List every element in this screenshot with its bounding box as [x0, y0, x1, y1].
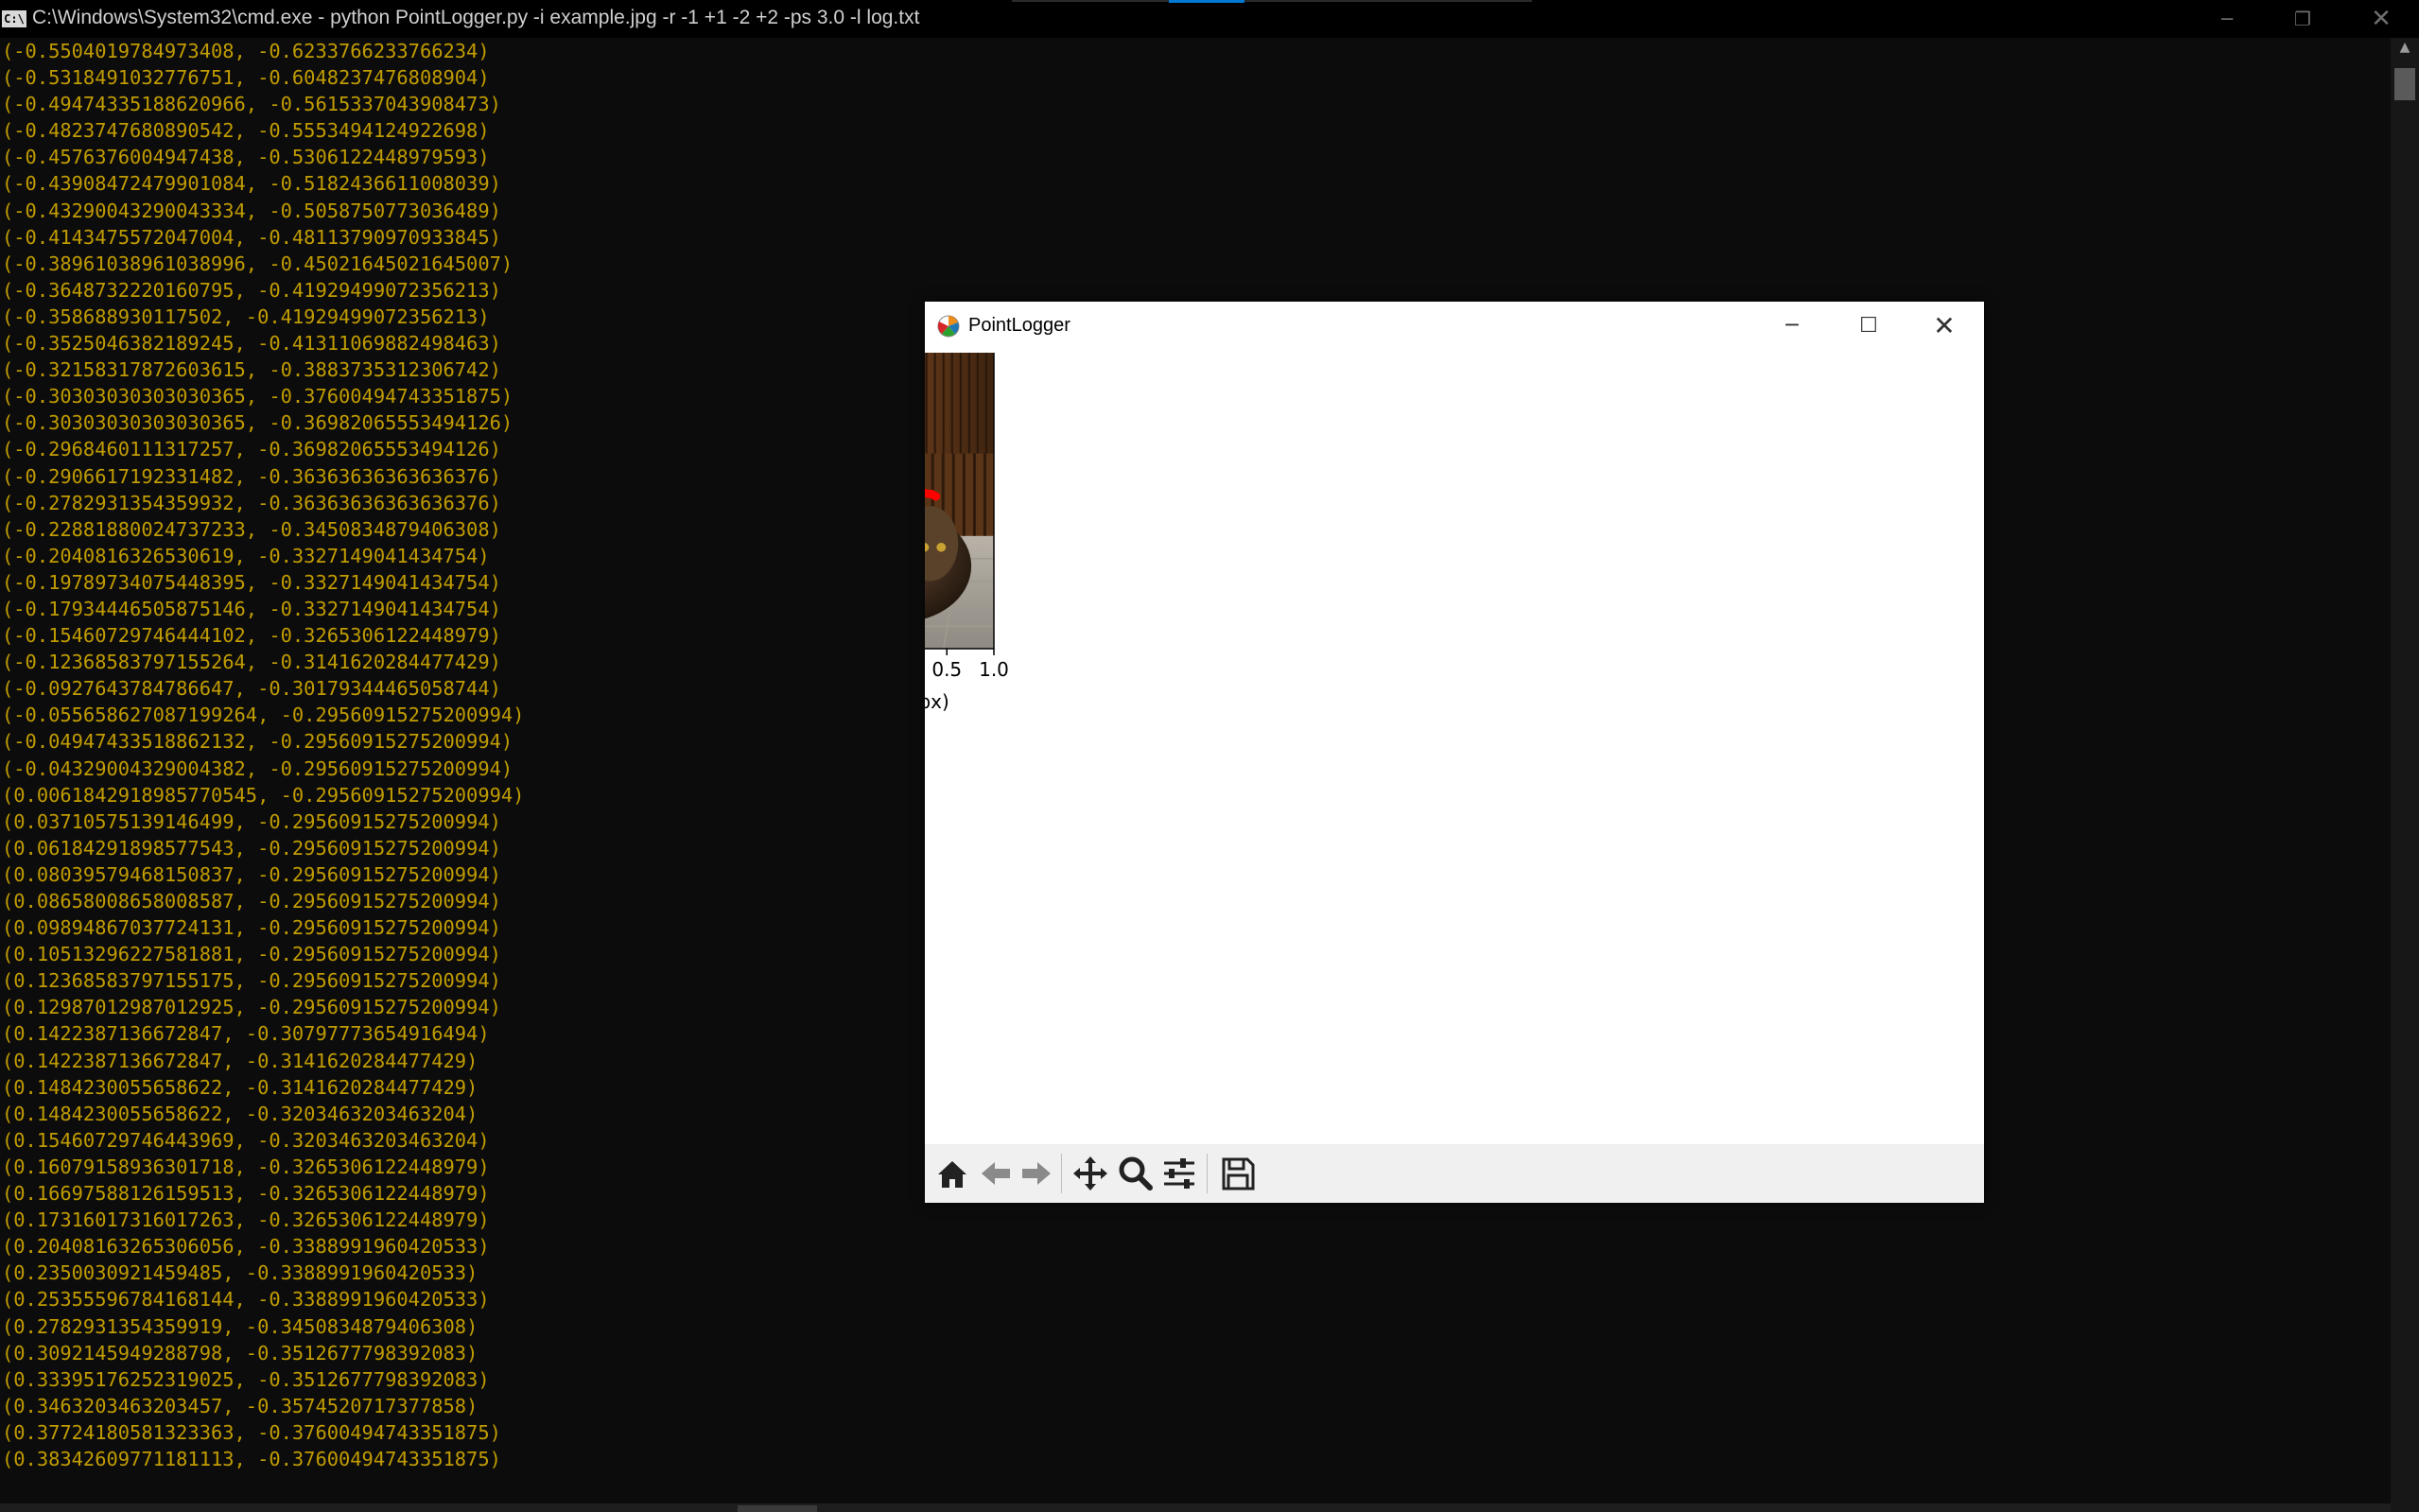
console-line: (-0.3648732220160795, -0.419294990723562… — [2, 278, 501, 302]
cat-photo — [925, 353, 994, 650]
restore-button[interactable]: ❐ — [2265, 0, 2341, 38]
console-line: (-0.38961038961038996, -0.45021645021645… — [2, 252, 513, 275]
plot-close-button[interactable]: ✕ — [1916, 307, 1973, 345]
close-button[interactable]: ✕ — [2343, 0, 2419, 38]
console-line: (0.38342609771181113, -0.376004947433518… — [2, 1447, 501, 1470]
x-tick-label: 0.5 — [931, 658, 962, 681]
pointlogger-window[interactable]: PointLogger ─ ☐ ✕ 0.5 1.0 x) — [925, 302, 1984, 1203]
forward-arrow-icon[interactable] — [1015, 1152, 1058, 1195]
console-line: (0.17316017316017263, -0.326530612244897… — [2, 1208, 490, 1232]
console-line: (0.33395176252319025, -0.351267779839208… — [2, 1367, 490, 1391]
console-line: (-0.43290043290043334, -0.50587507730364… — [2, 199, 501, 222]
console-line: (0.3463203463203457, -0.3574520717377858… — [2, 1394, 479, 1417]
horizontal-scrollbar-thumb[interactable] — [738, 1505, 817, 1512]
configure-subplots-icon[interactable] — [1157, 1152, 1201, 1195]
horizontal-scrollbar[interactable] — [0, 1503, 2391, 1512]
home-icon[interactable] — [931, 1152, 974, 1195]
taskbar-strip — [1012, 0, 1532, 2]
console-line: (0.3092145949288798, -0.3512677798392083… — [2, 1341, 479, 1364]
toolbar-separator — [1061, 1154, 1062, 1193]
active-tab-indicator — [1169, 0, 1244, 3]
console-window-title: C:\Windows\System32\cmd.exe - python Poi… — [32, 7, 920, 28]
scroll-up-arrow-icon[interactable]: ▲ — [2396, 40, 2413, 59]
console-line: (-0.5504019784973408, -0.623376623376623… — [2, 40, 490, 62]
console-line: (0.25355596784168144, -0.338899196042053… — [2, 1288, 490, 1312]
console-line: (0.2782931354359919, -0.3450834879406308… — [2, 1314, 479, 1338]
zoom-icon[interactable] — [1114, 1152, 1157, 1195]
scrollbar-thumb[interactable] — [2394, 68, 2415, 100]
plot-window-title: PointLogger — [968, 315, 1070, 336]
console-line: (0.20408163265306056, -0.338899196042053… — [2, 1235, 490, 1259]
plot-title-bar[interactable]: PointLogger ─ ☐ ✕ — [925, 302, 1984, 353]
save-icon[interactable] — [1216, 1152, 1260, 1195]
vertical-scrollbar[interactable] — [2391, 38, 2419, 1512]
console-line: (-0.5318491032776751, -0.604823747680890… — [2, 66, 490, 90]
navigation-toolbar[interactable] — [925, 1144, 1984, 1203]
plot-minimize-button[interactable]: ─ — [1764, 307, 1820, 345]
console-line: (-0.4823747680890542, -0.555349412492269… — [2, 119, 490, 143]
cmd-icon: C:\ — [2, 10, 26, 27]
console-line: (-0.4143475572047004, -0.481137909709338… — [2, 225, 501, 249]
pan-icon[interactable] — [1069, 1152, 1112, 1195]
console-line: (-0.4576376004947438, -0.530612244897959… — [2, 146, 490, 169]
console-title-bar[interactable]: C:\ C:\Windows\System32\cmd.exe - python… — [0, 0, 2419, 38]
console-line: (0.2350030921459485, -0.3388991960420533… — [2, 1261, 479, 1285]
toolbar-separator — [1207, 1154, 1208, 1193]
console-line: (-0.49474335188620966, -0.56153370439084… — [2, 93, 501, 116]
back-arrow-icon[interactable] — [974, 1152, 1018, 1195]
figure-canvas[interactable]: −1.0−0.50.00.51.02.01.51.00.50.0−0.5−1.0… — [925, 353, 1984, 1149]
matplotlib-icon — [937, 315, 960, 338]
minimize-button[interactable]: ─ — [2189, 0, 2265, 38]
x-tick-label: 1.0 — [979, 658, 1009, 681]
plot-maximize-button[interactable]: ☐ — [1840, 307, 1897, 345]
x-axis-label: Width (px) — [925, 690, 949, 713]
console-line: (0.37724180581323363, -0.376004947433518… — [2, 1420, 501, 1444]
console-line: (-0.43908472479901084, -0.51824366110080… — [2, 172, 501, 196]
